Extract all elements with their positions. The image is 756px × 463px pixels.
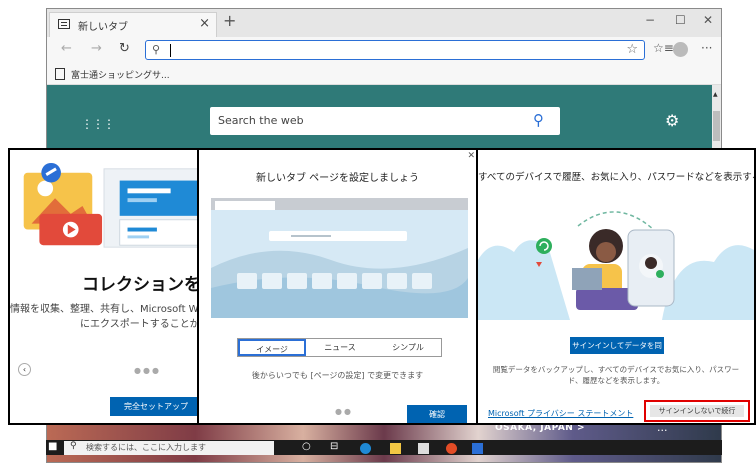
collections-heading: コレクションを試: [82, 275, 201, 295]
newtab-setup-title: 新しいタブ ページを設定しましょう: [256, 173, 419, 184]
taskbar-search-text: 検索するには、ここに入力します: [86, 443, 206, 452]
collections-panel: コレクションを試 情報を収集、整理、共有し、Microsoft Wo にエクスポ…: [8, 148, 202, 425]
page-icon: [58, 19, 70, 29]
highlight-box: サインインしないで続行: [644, 400, 750, 422]
search-placeholder: Search the web: [218, 114, 304, 127]
full-setup-button[interactable]: 完全セットアップ: [110, 397, 200, 416]
favorites-bar: 富士通ショッピングサ...: [47, 63, 721, 85]
windows-start-icon[interactable]: ■: [48, 441, 57, 452]
sync-panel: すべてのデバイスで履歴、お気に入り、パスワードなどを表示する サインインしてデー…: [476, 148, 756, 425]
privacy-statement-link[interactable]: Microsoft プライバシー ステートメント: [488, 408, 633, 419]
address-bar[interactable]: ⚲ ☆: [145, 40, 645, 60]
option-news[interactable]: ニュース: [306, 339, 374, 356]
tab-title: 新しいタブ: [78, 22, 128, 33]
confirm-button[interactable]: 確認: [407, 405, 467, 423]
back-icon[interactable]: ←: [61, 41, 72, 56]
search-icon: ⚲: [70, 441, 77, 451]
store-icon[interactable]: [418, 443, 429, 454]
maximize-button[interactable]: ☐: [675, 13, 686, 27]
tab-strip: 新しいタブ × + − ☐ ✕: [47, 9, 721, 37]
tab-new-tab[interactable]: 新しいタブ ×: [49, 12, 217, 37]
more-menu-button[interactable]: ···: [701, 41, 712, 55]
web-search-box[interactable]: Search the web ⚲: [210, 107, 560, 135]
newtab-preview-illustration: [211, 198, 468, 318]
search-icon: ⚲: [152, 43, 161, 56]
file-explorer-icon[interactable]: [390, 443, 401, 454]
favorite-star-icon[interactable]: ☆: [626, 42, 638, 57]
page-icon: [55, 68, 65, 80]
collections-icon[interactable]: ☆≡: [653, 41, 674, 55]
app-icon[interactable]: [446, 443, 457, 454]
collections-description-line2: にエクスポートすることができま: [80, 319, 200, 330]
tab-close-button[interactable]: ×: [199, 16, 210, 31]
sync-description: 閲覧データをバックアップし、すべてのデバイスでお気に入り、パスワード、履歴などを…: [492, 365, 740, 385]
collections-illustration: [10, 150, 200, 265]
newtab-setup-panel: ✕ 新しいタブ ページを設定しましょう イメージ ニュース シンプル 後からいつ…: [197, 148, 478, 425]
task-view-icon[interactable]: ⊟: [330, 441, 338, 452]
pagination-dots: ●●●: [134, 366, 161, 375]
option-simple[interactable]: シンプル: [374, 339, 442, 356]
layout-option-group: イメージ ニュース シンプル: [237, 338, 442, 357]
profile-avatar[interactable]: [673, 42, 688, 57]
close-window-button[interactable]: ✕: [703, 13, 713, 27]
text-caret: [170, 44, 171, 57]
apps-grid-icon[interactable]: ⋮⋮⋮: [81, 117, 115, 131]
new-tab-button[interactable]: +: [223, 11, 236, 30]
refresh-icon[interactable]: ↻: [119, 41, 130, 56]
sign-in-sync-button[interactable]: サインインしてデータを同期: [570, 337, 664, 367]
favorite-item[interactable]: 富士通ショッピングサ...: [71, 68, 170, 81]
scroll-thumb[interactable]: [713, 111, 720, 141]
gear-icon[interactable]: ⚙: [665, 111, 679, 130]
scroll-up-icon[interactable]: ▲: [713, 91, 718, 98]
previous-button[interactable]: ‹: [18, 363, 31, 376]
collections-description-line1: 情報を収集、整理、共有し、Microsoft Wo: [10, 304, 202, 315]
taskbar-search[interactable]: ⚲ 検索するには、ここに入力します: [64, 441, 274, 455]
continue-without-sign-in-button[interactable]: サインインしないで続行: [650, 405, 744, 417]
pagination-dots: ●●: [335, 407, 353, 416]
option-image[interactable]: イメージ: [238, 339, 306, 356]
sync-title: すべてのデバイスで履歴、お気に入り、パスワードなどを表示する: [478, 172, 756, 183]
edge-icon[interactable]: [360, 443, 371, 454]
app-icon[interactable]: [472, 443, 483, 454]
forward-icon[interactable]: →: [91, 41, 102, 56]
cortana-icon[interactable]: ○: [302, 441, 311, 452]
newtab-note: 後からいつでも [ページの設定] で変更できます: [251, 371, 424, 380]
close-icon[interactable]: ✕: [467, 151, 475, 161]
toolbar: ← → ↻ ⚲ ☆ ☆≡ ···: [47, 37, 721, 63]
search-icon[interactable]: ⚲: [533, 111, 544, 129]
sync-illustration: [478, 211, 754, 320]
minimize-button[interactable]: −: [645, 13, 655, 27]
